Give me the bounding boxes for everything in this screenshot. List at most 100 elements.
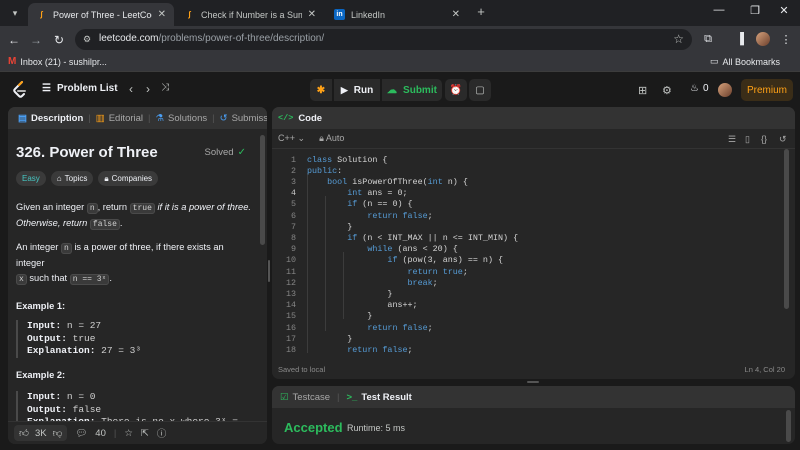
timer-button[interactable]: ⏰ bbox=[445, 79, 467, 101]
site-settings-icon[interactable]: ⚙ bbox=[83, 34, 94, 45]
extensions-icon[interactable]: ⧉ bbox=[701, 32, 715, 46]
tab-test-result[interactable]: >_ Test Result bbox=[347, 392, 412, 403]
back-button[interactable]: ← bbox=[5, 31, 23, 48]
tab-label: Solutions bbox=[168, 112, 208, 124]
tab-search-icon[interactable]: ▾ bbox=[6, 4, 24, 22]
tab-submissions[interactable]: ↺ Submissions bbox=[216, 113, 267, 124]
flask-icon: ⚗ bbox=[155, 112, 165, 124]
close-icon[interactable]: ✕ bbox=[158, 9, 166, 20]
tab-title: Check if Number is a Sum of Powers of Th… bbox=[201, 9, 302, 20]
comment-icon[interactable]: 💬︎ bbox=[75, 428, 87, 439]
thumbs-down-icon[interactable]: 👎︎ bbox=[53, 427, 63, 439]
description-scrollbar[interactable] bbox=[260, 135, 265, 245]
line-number: 4 bbox=[290, 188, 296, 198]
leetcode-logo-icon[interactable] bbox=[12, 81, 28, 99]
user-avatar[interactable] bbox=[718, 83, 732, 97]
format-icon[interactable]: ☰ bbox=[728, 134, 736, 145]
line-number: 11 bbox=[285, 267, 296, 277]
bookmark-icon[interactable]: ▯ bbox=[745, 134, 750, 145]
submit-label: Submit bbox=[403, 84, 437, 96]
result-scrollbar[interactable] bbox=[786, 410, 791, 442]
code-editor[interactable]: 1 2 3 4 5 6 7 8 9 10 11 12 13 14 15 16 1… bbox=[272, 151, 782, 355]
browser-tab-strip: ▾ ʃ Power of Three - LeetCode ✕ ʃ Check … bbox=[0, 0, 800, 26]
braces-icon[interactable]: {} bbox=[761, 134, 767, 144]
example-1-heading: Example 1: bbox=[16, 301, 66, 311]
line-number: 18 bbox=[285, 345, 296, 355]
panel-resize-handle[interactable] bbox=[527, 381, 539, 383]
profile-avatar[interactable] bbox=[756, 32, 770, 46]
close-icon[interactable]: ✕ bbox=[308, 9, 316, 20]
run-button[interactable]: ▶ Run bbox=[334, 79, 380, 101]
tab-solutions[interactable]: ⚗ Solutions bbox=[152, 113, 212, 124]
checkbox-icon: ☑ bbox=[280, 391, 289, 403]
editor-options: C++ ⌄ 🔒︎ Auto bbox=[278, 133, 344, 144]
problem-list-button[interactable]: ☰ Problem List bbox=[42, 83, 118, 94]
browser-tab-sum-of-powers[interactable]: ʃ Check if Number is a Sum of Powers of … bbox=[176, 3, 324, 26]
alarm-icon: ⏰ bbox=[449, 84, 463, 96]
example-value: n = 27 bbox=[66, 320, 102, 331]
premium-button[interactable]: Premium bbox=[741, 79, 793, 101]
browser-tab-power-of-three[interactable]: ʃ Power of Three - LeetCode ✕ bbox=[28, 3, 174, 26]
minimize-button[interactable]: — bbox=[710, 4, 728, 16]
bookmark-label: Inbox (21) - sushilpr... bbox=[20, 56, 107, 67]
line-number: 2 bbox=[290, 166, 296, 176]
all-bookmarks[interactable]: ▭ All Bookmarks bbox=[710, 56, 780, 67]
bookmark-inbox[interactable]: M Inbox (21) - sushilpr... bbox=[8, 56, 107, 67]
note-icon: ▢ bbox=[475, 84, 485, 96]
description-paragraph-2: An integer n is a power of three, if the… bbox=[16, 240, 252, 287]
code-line: int ans = 0; bbox=[347, 188, 408, 198]
side-panel-icon[interactable]: ▐ bbox=[733, 32, 747, 46]
settings-gear-icon[interactable]: ⚙ bbox=[662, 84, 672, 97]
tab-label: Submissions bbox=[231, 112, 267, 124]
share-icon[interactable]: ⇱ bbox=[141, 428, 149, 439]
description-tabs: ▤ Description | ▥ Editorial | ⚗ Solution… bbox=[8, 107, 267, 129]
line-number: 6 bbox=[290, 211, 296, 221]
star-icon[interactable]: ☆ bbox=[124, 428, 133, 439]
address-bar[interactable]: ⚙ leetcode.com/problems/power-of-three/d… bbox=[75, 29, 692, 50]
close-window-button[interactable]: ✕ bbox=[775, 4, 793, 17]
bookmark-star-icon[interactable]: ☆ bbox=[673, 32, 684, 46]
new-tab-button[interactable]: + bbox=[473, 4, 489, 19]
next-problem-icon[interactable]: › bbox=[141, 82, 155, 96]
editor-scrollbar[interactable] bbox=[784, 149, 789, 309]
forward-button[interactable]: → bbox=[27, 31, 45, 48]
streak-count: 0 bbox=[702, 83, 709, 94]
reset-icon[interactable]: ↺ bbox=[779, 134, 787, 145]
tab-editorial[interactable]: ▥ Editorial bbox=[92, 113, 147, 124]
close-icon[interactable]: ✕ bbox=[452, 9, 460, 20]
autocomplete-toggle[interactable]: 🔒︎ Auto bbox=[319, 133, 344, 144]
browser-tab-linkedin[interactable]: in LinkedIn ✕ bbox=[326, 3, 468, 26]
debug-button[interactable]: ✱ bbox=[310, 79, 332, 101]
panel-resize-handle[interactable] bbox=[268, 260, 270, 282]
topics-chip[interactable]: ⌂ Topics bbox=[50, 171, 94, 186]
example-1-block: Input: n = 27 Output: true Explanation: … bbox=[16, 320, 252, 358]
tag-icon: ⌂ bbox=[56, 174, 62, 183]
restore-button[interactable]: ❐ bbox=[746, 4, 764, 17]
tab-separator: | bbox=[113, 427, 117, 439]
prev-problem-icon[interactable]: ‹ bbox=[124, 82, 138, 96]
description-panel: ▤ Description | ▥ Editorial | ⚗ Solution… bbox=[8, 107, 267, 444]
tab-description[interactable]: ▤ Description bbox=[14, 113, 87, 124]
history-icon: ↺ bbox=[219, 112, 228, 124]
layout-grid-icon[interactable]: ⊞ bbox=[638, 84, 647, 97]
url-text: leetcode.com/problems/power-of-three/des… bbox=[99, 33, 325, 44]
line-number: 14 bbox=[285, 300, 296, 310]
play-icon: ▶ bbox=[340, 84, 348, 95]
tab-label: Editorial bbox=[108, 112, 144, 124]
reload-button[interactable]: ↻ bbox=[50, 31, 68, 48]
companies-chip[interactable]: 🔒︎ Companies bbox=[98, 171, 159, 186]
thumbs-up-icon[interactable]: 👍︎ bbox=[19, 427, 29, 439]
notes-button[interactable]: ▢ bbox=[469, 79, 491, 101]
language-select[interactable]: C++ ⌄ bbox=[278, 133, 305, 144]
description-paragraph-1: Given an integer n, return true if it is… bbox=[16, 200, 252, 232]
lock-icon: 🔒︎ bbox=[319, 133, 324, 143]
tab-testcase[interactable]: ☑ Testcase bbox=[280, 392, 330, 403]
streak-counter[interactable]: ♨ 0 bbox=[690, 83, 709, 94]
terminal-icon: >_ bbox=[346, 391, 358, 403]
help-icon[interactable]: ⓘ bbox=[157, 426, 167, 440]
code-panel-header: </> Code bbox=[272, 107, 795, 129]
menu-kebab-icon[interactable]: ⋮ bbox=[779, 32, 793, 46]
submit-button[interactable]: ☁ Submit bbox=[382, 79, 442, 101]
shuffle-icon[interactable]: ⤨ bbox=[158, 82, 172, 93]
chip-label: Topics bbox=[64, 174, 88, 183]
